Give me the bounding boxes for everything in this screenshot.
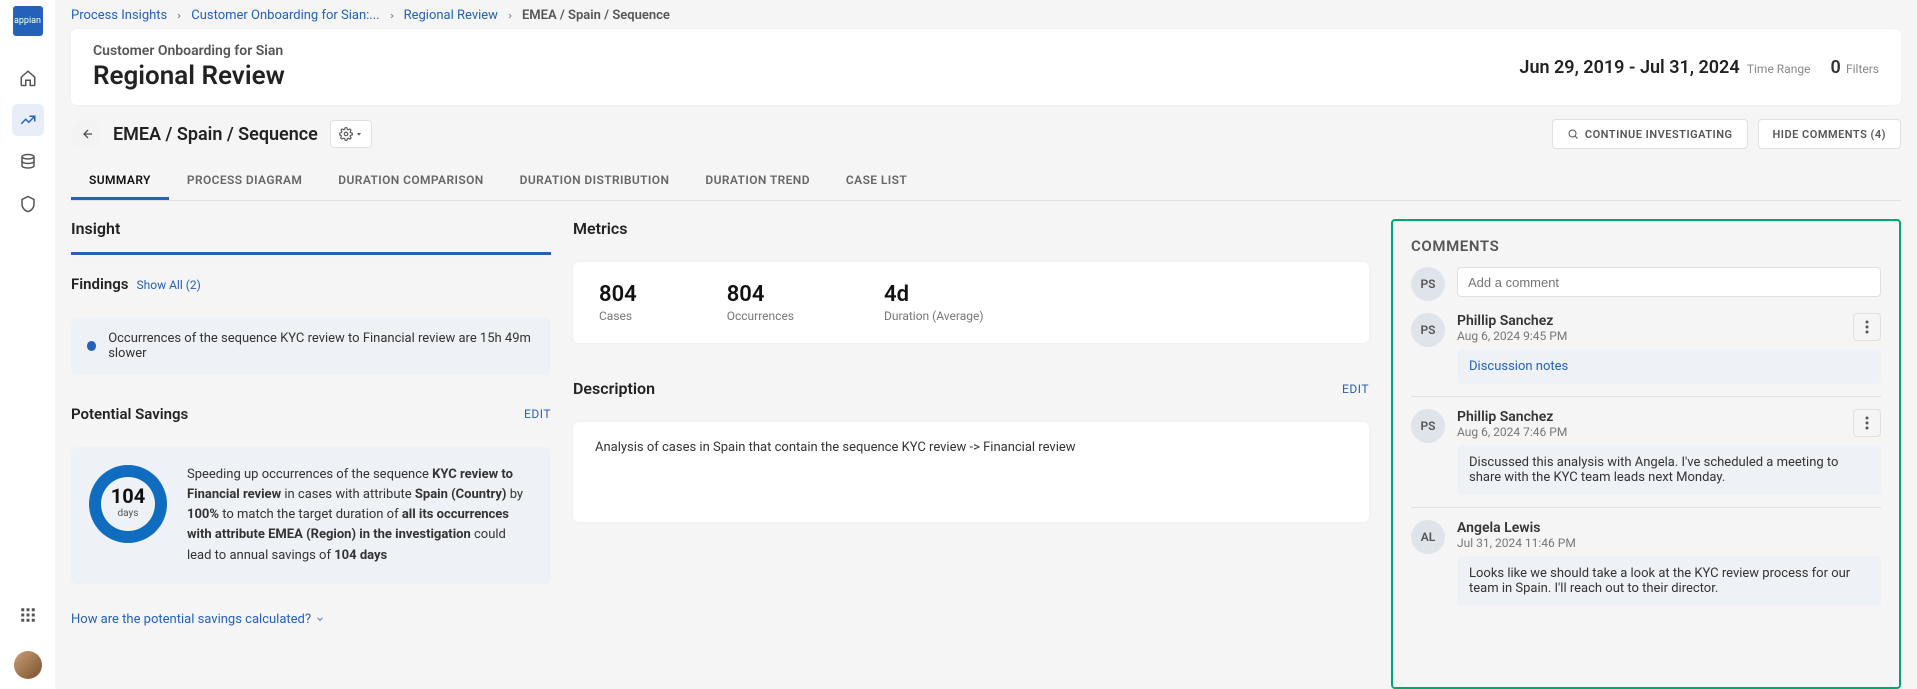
donut-label: days [111,506,145,522]
comment-time: Jul 31, 2024 11:46 PM [1457,536,1576,550]
apps-icon[interactable] [12,599,44,631]
metric-num: 804 [599,282,637,307]
tab-duration-trend[interactable]: DURATION TREND [687,163,828,200]
tab-summary[interactable]: SUMMARY [71,163,169,200]
home-icon[interactable] [12,62,44,94]
current-user-avatar: PS [1411,267,1445,301]
breadcrumb: Process Insights Customer Onboarding for… [71,8,1901,23]
continue-investigating-button[interactable]: CONTINUE INVESTIGATING [1552,119,1748,149]
segment-path: EMEA / Spain / Sequence [113,124,318,145]
metrics-title: Metrics [573,219,1369,238]
comment-avatar: PS [1411,313,1445,347]
comment-item: AL Angela Lewis Jul 31, 2024 11:46 PM Lo… [1411,520,1881,606]
savings-card: 104 days Speeding up occurrences of the … [71,447,551,584]
finding-card[interactable]: Occurrences of the sequence KYC review t… [71,317,551,375]
comment-avatar: AL [1411,520,1445,554]
comment-input-row: PS [1411,267,1881,301]
show-all-link[interactable]: Show All (2) [137,278,201,292]
page-title: Regional Review [93,61,285,91]
metric-cases: 804 Cases [599,282,637,323]
back-button[interactable] [71,119,101,149]
comment-avatar: PS [1411,409,1445,443]
crumb-1[interactable]: Process Insights [71,8,167,23]
comment-menu-button[interactable] [1853,409,1881,437]
help-label: How are the potential savings calculated… [71,612,311,627]
comment-link[interactable]: Discussion notes [1469,359,1568,374]
metric-duration: 4d Duration (Average) [884,282,984,323]
comment-item: PS Phillip Sanchez Aug 6, 2024 9:45 PM [1411,313,1881,384]
metric-label: Cases [599,309,637,323]
chevron-right-icon [388,12,396,20]
comment-menu-button[interactable] [1853,313,1881,341]
search-icon [1567,128,1579,140]
insight-title: Insight [71,219,551,238]
metric-label: Occurrences [727,309,794,323]
tab-process-diagram[interactable]: PROCESS DIAGRAM [169,163,320,200]
metric-occurrences: 804 Occurrences [727,282,794,323]
comment-item: PS Phillip Sanchez Aug 6, 2024 7:46 PM D… [1411,409,1881,495]
chevron-right-icon [175,12,183,20]
gear-icon [339,127,353,141]
findings-label: Findings [71,275,129,293]
bullet-icon [87,341,96,351]
comment-text: Looks like we should take a look at the … [1457,556,1881,606]
finding-text: Occurrences of the sequence KYC review t… [108,331,535,361]
savings-text: Speeding up occurrences of the sequence … [187,465,533,566]
app-logo: appian [13,6,43,36]
edit-description-link[interactable]: EDIT [1342,382,1369,396]
date-range: Jun 29, 2019 - Jul 31, 2024 [1519,57,1739,78]
chevron-down-icon [315,614,325,624]
hide-comments-button[interactable]: HIDE COMMENTS (4) [1758,119,1902,149]
comment-user: Phillip Sanchez [1457,409,1567,425]
left-rail: appian [0,0,55,689]
continue-label: CONTINUE INVESTIGATING [1585,128,1733,141]
comment-text: Discussion notes [1457,349,1881,384]
hide-label: HIDE COMMENTS (4) [1773,128,1887,141]
description-card: Analysis of cases in Spain that contain … [573,422,1369,522]
savings-label: Potential Savings [71,405,188,423]
divider [1411,507,1881,508]
crumb-3[interactable]: Regional Review [404,8,498,23]
chevron-right-icon [506,12,514,20]
edit-savings-link[interactable]: EDIT [524,407,551,421]
insight-accent [71,252,551,255]
shield-icon[interactable] [12,188,44,220]
caret-down-icon [355,130,363,138]
comment-text: Discussed this analysis with Angela. I'v… [1457,445,1881,495]
savings-donut: 104 days [89,465,167,543]
divider [1411,396,1881,397]
tab-duration-comparison[interactable]: DURATION COMPARISON [320,163,501,200]
crumb-current: EMEA / Spain / Sequence [522,8,670,23]
comment-input[interactable] [1457,267,1881,297]
donut-value: 104 [111,486,145,506]
filters-count: 0 [1830,57,1840,78]
comment-time: Aug 6, 2024 7:46 PM [1457,425,1567,439]
comment-user: Phillip Sanchez [1457,313,1567,329]
description-title: Description [573,379,655,398]
header-panel: Customer Onboarding for Sian Regional Re… [71,29,1901,105]
comment-user: Angela Lewis [1457,520,1576,536]
user-avatar[interactable] [14,651,42,679]
filters-label: Filters [1846,62,1879,76]
comment-time: Aug 6, 2024 9:45 PM [1457,329,1567,343]
metric-label: Duration (Average) [884,309,984,323]
metric-num: 4d [884,282,984,307]
settings-dropdown[interactable] [330,120,372,148]
toolbar: EMEA / Spain / Sequence CONTINUE INVESTI… [71,119,1901,149]
metric-num: 804 [727,282,794,307]
metrics-card: 804 Cases 804 Occurrences 4d Duration (A… [573,262,1369,343]
tab-case-list[interactable]: CASE LIST [828,163,925,200]
help-link[interactable]: How are the potential savings calculated… [71,612,551,627]
tab-duration-distribution[interactable]: DURATION DISTRIBUTION [502,163,688,200]
crumb-2[interactable]: Customer Onboarding for Sian:... [191,8,379,23]
comments-title: COMMENTS [1411,237,1881,255]
comments-panel: COMMENTS PS PS Phillip Sanchez Aug 6, 20… [1391,219,1901,689]
tabs: SUMMARY PROCESS DIAGRAM DURATION COMPARI… [71,163,1901,201]
description-text: Analysis of cases in Spain that contain … [595,440,1076,455]
header-subtitle: Customer Onboarding for Sian [93,43,285,59]
data-icon[interactable] [12,146,44,178]
insights-icon[interactable] [12,104,44,136]
date-range-label: Time Range [1747,62,1811,76]
